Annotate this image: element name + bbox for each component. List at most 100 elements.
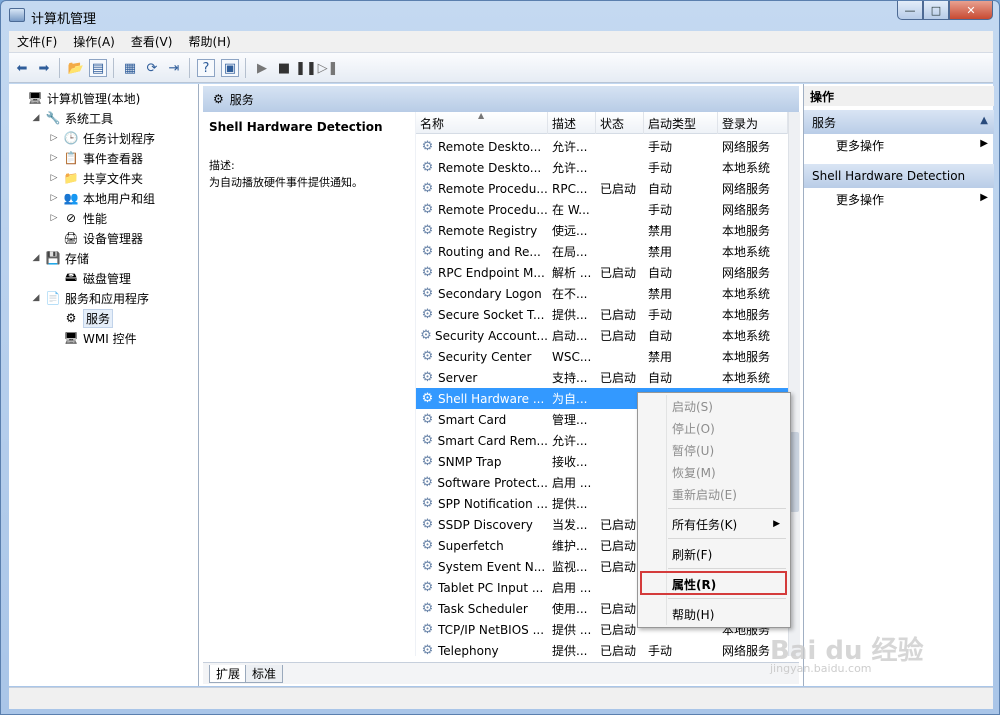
actions-section-1[interactable]: Shell Hardware Detection [804,164,994,188]
expander-icon[interactable]: ▷ [49,133,59,143]
table-row[interactable]: ⚙ Security Account... 启动... 已启动 自动 本地系统 [416,325,788,346]
title-bar[interactable]: 计算机管理 — □ ✕ [1,1,999,31]
tab-1[interactable]: 标准 [245,665,284,683]
more-actions-item[interactable]: 更多操作 ▶ [804,188,994,210]
maximize-button[interactable]: □ [923,1,949,20]
table-cell: ⚙ System Event N... [420,556,548,577]
table-row[interactable]: ⚙ Telephony 提供... 已启动 手动 网络服务 [416,640,788,661]
up-folder-icon[interactable]: 📂 [67,59,85,77]
tree-item[interactable]: ▷ 📋 事件查看器 [49,148,143,168]
table-cell [600,157,644,178]
table-cell: 本地服务 [722,224,771,238]
table-row[interactable]: ⚙ Remote Procedu... 在 W... 手动 网络服务 [416,199,788,220]
context-menu-item[interactable]: 刷新(F) [640,543,788,565]
menu-item-1[interactable]: 操作(A) [65,33,123,50]
highlight-annotation [640,571,787,595]
context-menu-item[interactable]: 所有任务(K) ▶ [640,513,788,535]
tree-node-icon: ⚙ [65,311,77,325]
tree-item[interactable]: 🖴 磁盘管理 [49,268,131,288]
tree-item[interactable]: ◢ 💾 存储 [31,248,89,268]
table-row[interactable]: ⚙ Remote Procedu... RPC... 已启动 自动 网络服务 [416,178,788,199]
gear-icon: ⚙ [421,433,434,448]
column-header-1[interactable]: 描述 [548,112,596,134]
expander-icon[interactable]: ▷ [49,153,59,163]
table-cell: 本地系统 [722,245,771,259]
restart-service-icon[interactable]: ▷❚ [318,59,339,77]
column-header: 名称 描述 状态 启动类型 登录为 ▲ [416,111,788,134]
tree-item[interactable]: ▷ 🕒 任务计划程序 [49,128,155,148]
table-row[interactable]: ⚙ Security Center WSC... 禁用 本地服务 [416,346,788,367]
expander-icon[interactable]: ▷ [49,193,59,203]
actions-section-0[interactable]: 服务 ▲ [804,110,994,134]
table-cell: 网络服务 [722,140,771,154]
properties-icon[interactable]: ▦ [121,59,139,77]
stop-service-icon[interactable]: ■ [275,59,293,77]
tree-item[interactable]: 🖨 设备管理器 [49,228,143,248]
table-row[interactable]: ⚙ RPC Endpoint M... 解析 ... 已启动 自动 网络服务 [416,262,788,283]
tree-item[interactable]: ▷ 👥 本地用户和组 [49,188,155,208]
table-cell: 本地服务 [722,350,771,364]
close-button[interactable]: ✕ [949,1,993,20]
table-row[interactable]: ⚙ Remote Deskto... 允许... 手动 网络服务 [416,136,788,157]
watermark-url: jingyan.baidu.com [770,662,872,675]
gear-icon: ⚙ [421,349,434,364]
view-tabs: 扩展 标准 [203,662,799,684]
tree-node-icon: 📋 [63,151,79,165]
table-row[interactable]: ⚙ Secondary Logon 在不... 禁用 本地系统 [416,283,788,304]
table-row[interactable]: ⚙ Server 支持... 已启动 自动 本地系统 [416,367,788,388]
forward-arrow-icon[interactable]: ➡ [35,59,53,77]
menu-item-2[interactable]: 查看(V) [123,33,181,50]
table-row[interactable]: ⚙ Remote Deskto... 允许... 手动 本地系统 [416,157,788,178]
column-header-3[interactable]: 启动类型 [644,112,718,134]
service-name: Remote Procedu... [438,181,548,196]
expander-icon[interactable]: ▷ [49,173,59,183]
submenu-arrow-icon: ▶ [980,192,988,203]
expander-icon[interactable]: ◢ [31,113,41,123]
table-cell: 已启动 [600,371,637,385]
tree-item[interactable]: 🖥 WMI 控件 [49,328,136,348]
sort-ascending-icon: ▲ [478,111,485,120]
table-cell: ⚙ Remote Deskto... [420,136,548,157]
table-row[interactable]: ⚙ Secure Socket T... 提供... 已启动 手动 本地服务 [416,304,788,325]
context-menu-item[interactable]: 帮助(H) [640,603,788,625]
menu-item-0[interactable]: 文件(F) [9,33,65,50]
column-header-4[interactable]: 登录为 [718,112,788,134]
menu-separator [668,598,786,599]
table-cell: ⚙ Remote Deskto... [420,157,548,178]
table-row[interactable]: ⚙ Remote Registry 使远... 禁用 本地服务 [416,220,788,241]
expander-icon[interactable]: ▷ [49,213,59,223]
pause-service-icon[interactable]: ❚❚ [295,59,317,77]
column-header-2[interactable]: 状态 [596,112,644,134]
table-cell: 自动 [648,182,673,196]
gear-icon: ⚙ [421,244,434,259]
start-service-icon[interactable]: ▶ [253,59,271,77]
show-tree-icon[interactable]: ▤ [89,59,107,77]
show-action-pane-icon[interactable]: ▣ [221,59,239,77]
table-row[interactable]: ⚙ Routing and Re... 在局... 禁用 本地系统 [416,241,788,262]
back-arrow-icon[interactable]: ⬅ [13,59,31,77]
refresh-icon[interactable]: ⟳ [143,59,161,77]
tree-item[interactable]: ◢ 📄 服务和应用程序 [31,288,149,308]
tree-item[interactable]: ◢ 🔧 系统工具 [31,108,113,128]
minimize-button[interactable]: — [897,1,923,20]
collapse-caret-icon[interactable]: ▲ [980,115,988,126]
tree-item[interactable]: ▷ 📁 共享文件夹 [49,168,143,188]
scrollbar-thumb[interactable] [790,432,799,512]
context-menu-item-label: 帮助(H) [672,607,715,622]
tree-item[interactable]: 🖥 计算机管理(本地) [13,88,140,108]
table-cell: ⚙ Routing and Re... [420,241,548,262]
expander-icon[interactable]: ◢ [31,293,41,303]
table-cell: 自动 [648,266,673,280]
more-actions-item[interactable]: 更多操作 ▶ [804,134,994,156]
tree-item[interactable]: ▷ ⊘ 性能 [49,208,107,228]
export-list-icon[interactable]: ⇥ [165,59,183,77]
gear-icon: ⚙ [421,538,434,553]
tree-item[interactable]: ⚙ 服务 [49,308,114,328]
menu-item-3[interactable]: 帮助(H) [180,33,238,50]
help-icon[interactable]: ? [197,59,215,77]
table-cell: 手动 [648,161,673,175]
expander-icon[interactable]: ◢ [31,253,41,263]
table-cell: 使远... [552,224,588,238]
tab-0[interactable]: 扩展 [209,665,248,683]
service-name: Server [438,370,478,385]
